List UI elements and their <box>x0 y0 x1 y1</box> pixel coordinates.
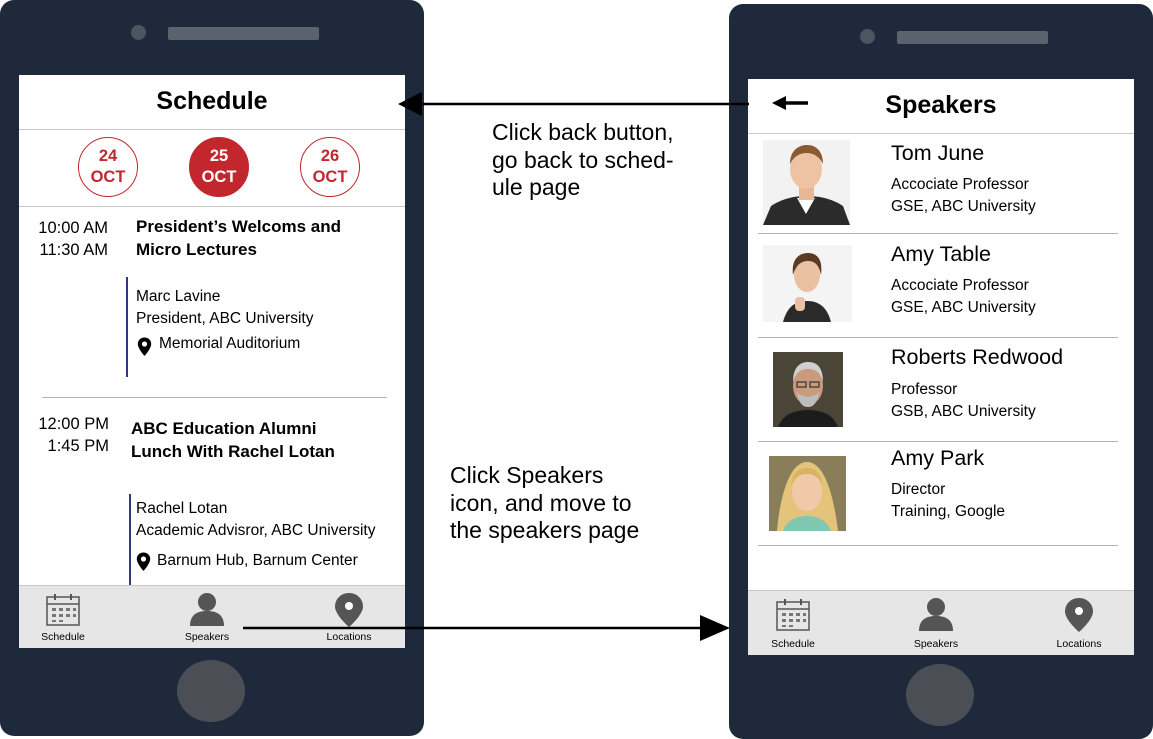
flow-arrows <box>243 92 749 641</box>
note-line: icon, and move to <box>450 489 632 516</box>
back-button-note: Click back button, go back to sched- ule… <box>492 119 674 202</box>
speakers-flow-arrow <box>243 615 730 641</box>
note-line: ule page <box>492 174 581 200</box>
back-flow-arrow <box>398 92 749 116</box>
speakers-icon-note: Click Speakers icon, and move to the spe… <box>450 462 639 545</box>
note-line: the speakers page <box>450 517 640 543</box>
note-line: Click Speakers <box>450 462 604 488</box>
note-line: Click back button, <box>492 119 674 145</box>
note-line: go back to sched- <box>492 146 674 173</box>
